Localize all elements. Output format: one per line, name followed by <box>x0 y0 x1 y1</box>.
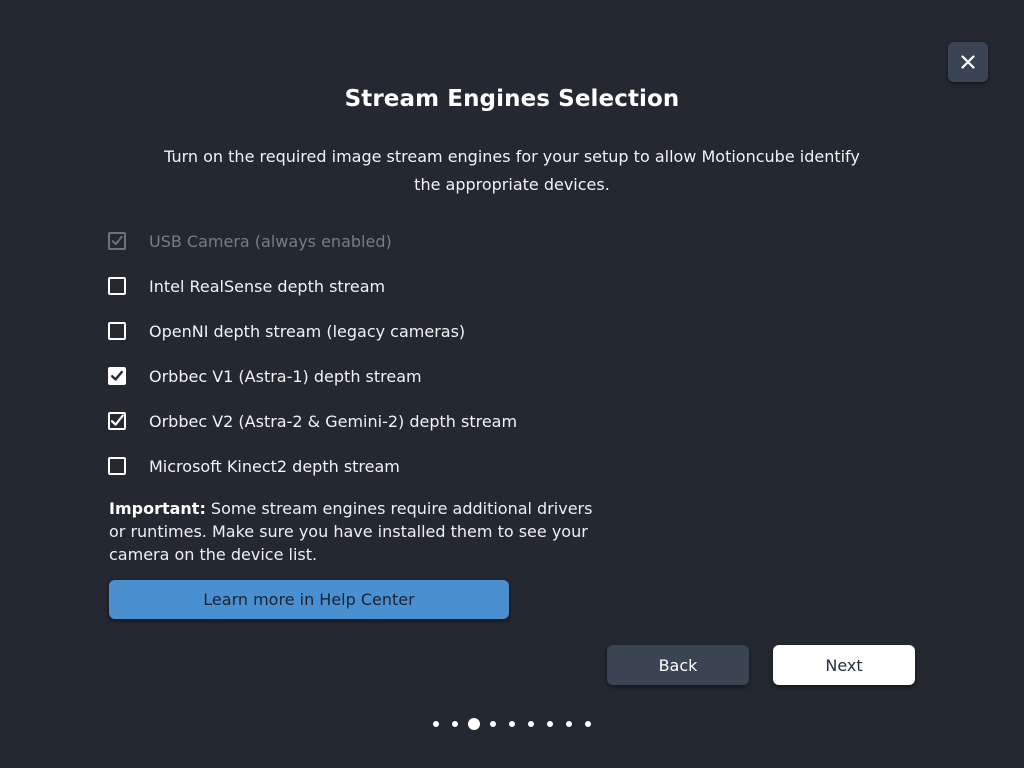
step-dot[interactable] <box>547 721 553 727</box>
step-dot[interactable] <box>490 721 496 727</box>
checkbox-checked-icon[interactable] <box>108 367 126 385</box>
next-button[interactable]: Next <box>773 645 915 685</box>
close-icon <box>961 55 975 69</box>
dialog-title: Stream Engines Selection <box>344 86 680 112</box>
step-dot[interactable] <box>566 721 572 727</box>
important-note: Important: Some stream engines require a… <box>109 497 609 566</box>
note-emphasis: Important: <box>109 499 206 518</box>
step-dot[interactable] <box>585 721 591 727</box>
back-button[interactable]: Back <box>607 645 749 685</box>
dialog-description: Turn on the required image stream engine… <box>164 147 860 194</box>
option-label: Intel RealSense depth stream <box>149 276 386 296</box>
option-intel-realsense[interactable]: Intel RealSense depth stream <box>108 273 385 299</box>
option-orbbec-v1[interactable]: Orbbec V1 (Astra-1) depth stream <box>108 363 422 389</box>
option-openni[interactable]: OpenNI depth stream (legacy cameras) <box>108 318 465 344</box>
option-label: OpenNI depth stream (legacy cameras) <box>149 321 466 341</box>
option-label: Orbbec V1 (Astra-1) depth stream <box>149 366 422 386</box>
checkbox-unchecked-icon[interactable] <box>108 457 126 475</box>
option-label: Microsoft Kinect2 depth stream <box>149 456 400 476</box>
checkbox-checked-icon[interactable] <box>108 412 126 430</box>
step-dot[interactable] <box>433 721 439 727</box>
option-label: Orbbec V2 (Astra-2 & Gemini-2) depth str… <box>149 411 518 431</box>
close-button[interactable] <box>948 42 988 82</box>
option-kinect2[interactable]: Microsoft Kinect2 depth stream <box>108 453 400 479</box>
checkbox-unchecked-icon[interactable] <box>108 277 126 295</box>
checkbox-checked-disabled-icon <box>108 232 126 250</box>
step-indicator <box>0 717 1024 731</box>
option-orbbec-v2[interactable]: Orbbec V2 (Astra-2 & Gemini-2) depth str… <box>108 408 517 434</box>
step-dot[interactable] <box>509 721 515 727</box>
step-dot[interactable] <box>528 721 534 727</box>
checkbox-unchecked-icon[interactable] <box>108 322 126 340</box>
step-dot[interactable] <box>452 721 458 727</box>
help-center-button[interactable]: Learn more in Help Center <box>109 580 509 619</box>
option-label: USB Camera (always enabled) <box>149 231 392 251</box>
step-dot-active[interactable] <box>468 718 480 730</box>
option-usb-camera: USB Camera (always enabled) <box>108 228 392 254</box>
